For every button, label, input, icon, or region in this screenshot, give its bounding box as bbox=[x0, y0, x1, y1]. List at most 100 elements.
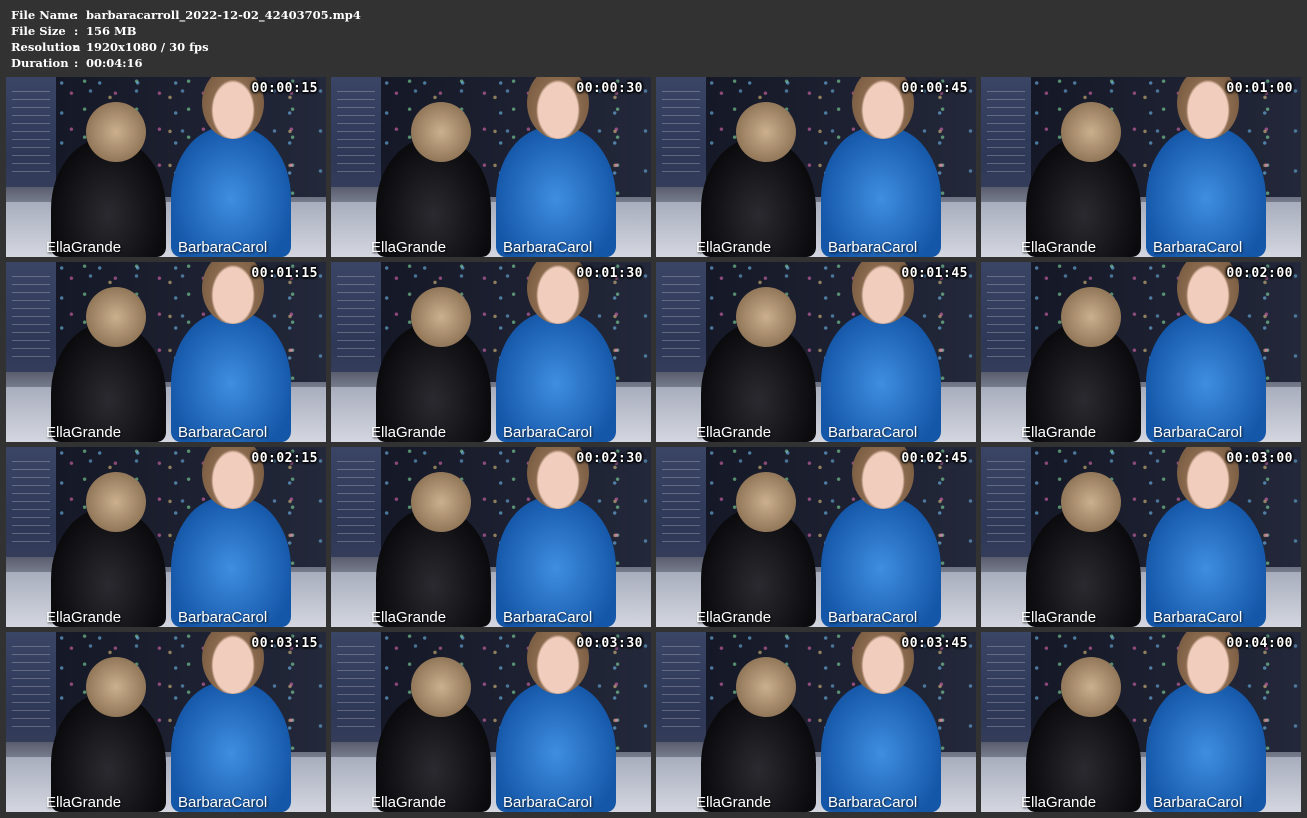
overlay-panel bbox=[6, 632, 56, 742]
performer-name-right: BarbaraCarol bbox=[828, 609, 918, 626]
performer-blue-suit bbox=[821, 312, 941, 442]
video-thumbnail[interactable]: 00:00:15 EllaGrande BarbaraCarol bbox=[6, 77, 326, 257]
video-thumbnail[interactable]: 00:03:00 EllaGrande BarbaraCarol bbox=[981, 447, 1301, 627]
overlay-panel bbox=[656, 632, 706, 742]
video-thumbnail[interactable]: 00:01:30 EllaGrande BarbaraCarol bbox=[331, 262, 651, 442]
overlay-panel bbox=[981, 77, 1031, 187]
duration-row: Duration : 00:04:16 bbox=[11, 55, 361, 71]
video-thumbnail[interactable]: 00:02:45 EllaGrande BarbaraCarol bbox=[656, 447, 976, 627]
performer-blue-suit bbox=[1146, 682, 1266, 812]
performer-blue-suit bbox=[171, 127, 291, 257]
performer-hair bbox=[736, 287, 796, 347]
performer-blue-suit bbox=[1146, 497, 1266, 627]
video-thumbnail[interactable]: 00:01:15 EllaGrande BarbaraCarol bbox=[6, 262, 326, 442]
performer-name-left: EllaGrande bbox=[46, 424, 122, 441]
performer-blue-suit bbox=[1146, 127, 1266, 257]
timestamp-label: 00:02:15 bbox=[251, 451, 318, 466]
performer-name-left: EllaGrande bbox=[46, 794, 122, 811]
duration-key: Duration bbox=[11, 56, 69, 70]
resolution-key: Resolution bbox=[11, 40, 81, 54]
performer-name-left: EllaGrande bbox=[371, 609, 447, 626]
overlay-panel bbox=[656, 77, 706, 187]
performer-blue-suit bbox=[496, 497, 616, 627]
performer-name-right: BarbaraCarol bbox=[828, 794, 918, 811]
overlay-panel bbox=[6, 447, 56, 557]
performer-name-left: EllaGrande bbox=[1021, 609, 1097, 626]
performer-name-left: EllaGrande bbox=[46, 239, 122, 256]
performer-name-left: EllaGrande bbox=[696, 239, 772, 256]
overlay-panel bbox=[656, 262, 706, 372]
file-size-separator: : bbox=[74, 24, 79, 38]
timestamp-label: 00:01:00 bbox=[1226, 81, 1293, 96]
timestamp-label: 00:03:45 bbox=[901, 636, 968, 651]
resolution-row: Resolution : 1920x1080 / 30 fps bbox=[11, 39, 361, 55]
performer-blue-suit bbox=[821, 682, 941, 812]
performer-hair bbox=[736, 472, 796, 532]
performer-name-left: EllaGrande bbox=[696, 794, 772, 811]
overlay-panel bbox=[331, 447, 381, 557]
performer-name-right: BarbaraCarol bbox=[1153, 794, 1243, 811]
performer-name-left: EllaGrande bbox=[696, 424, 772, 441]
performer-hair bbox=[1061, 657, 1121, 717]
performer-blue-suit bbox=[496, 127, 616, 257]
overlay-panel bbox=[6, 262, 56, 372]
performer-blue-suit bbox=[171, 682, 291, 812]
file-name-separator: : bbox=[74, 8, 79, 22]
performer-hair bbox=[1061, 472, 1121, 532]
performer-name-right: BarbaraCarol bbox=[178, 239, 268, 256]
performer-name-left: EllaGrande bbox=[1021, 794, 1097, 811]
performer-name-right: BarbaraCarol bbox=[1153, 609, 1243, 626]
file-name-row: File Name : barbaracarroll_2022-12-02_42… bbox=[11, 7, 361, 23]
overlay-panel bbox=[331, 77, 381, 187]
performer-name-left: EllaGrande bbox=[696, 609, 772, 626]
overlay-panel bbox=[331, 632, 381, 742]
video-thumbnail[interactable]: 00:00:30 EllaGrande BarbaraCarol bbox=[331, 77, 651, 257]
performer-name-right: BarbaraCarol bbox=[1153, 424, 1243, 441]
resolution-separator: : bbox=[74, 40, 79, 54]
timestamp-label: 00:02:30 bbox=[576, 451, 643, 466]
performer-blue-suit bbox=[821, 497, 941, 627]
performer-blue-suit bbox=[171, 312, 291, 442]
performer-name-left: EllaGrande bbox=[371, 239, 447, 256]
video-thumbnail[interactable]: 00:01:00 EllaGrande BarbaraCarol bbox=[981, 77, 1301, 257]
performer-hair bbox=[1061, 102, 1121, 162]
video-thumbnail[interactable]: 00:02:15 EllaGrande BarbaraCarol bbox=[6, 447, 326, 627]
file-name-key: File Name bbox=[11, 8, 77, 22]
performer-blue-suit bbox=[171, 497, 291, 627]
performer-name-left: EllaGrande bbox=[1021, 424, 1097, 441]
video-thumbnail[interactable]: 00:04:00 EllaGrande BarbaraCarol bbox=[981, 632, 1301, 812]
file-name-value: barbaracarroll_2022-12-02_42403705.mp4 bbox=[86, 8, 361, 22]
performer-hair bbox=[736, 657, 796, 717]
performer-hair bbox=[736, 102, 796, 162]
timestamp-label: 00:03:30 bbox=[576, 636, 643, 651]
video-thumbnail[interactable]: 00:01:45 EllaGrande BarbaraCarol bbox=[656, 262, 976, 442]
file-size-row: File Size : 156 MB bbox=[11, 23, 361, 39]
timestamp-label: 00:02:45 bbox=[901, 451, 968, 466]
file-size-value: 156 MB bbox=[86, 24, 137, 38]
overlay-panel bbox=[981, 262, 1031, 372]
video-thumbnail[interactable]: 00:03:30 EllaGrande BarbaraCarol bbox=[331, 632, 651, 812]
performer-name-right: BarbaraCarol bbox=[178, 794, 268, 811]
overlay-panel bbox=[331, 262, 381, 372]
performer-hair bbox=[411, 287, 471, 347]
timestamp-label: 00:00:45 bbox=[901, 81, 968, 96]
performer-name-right: BarbaraCarol bbox=[503, 609, 593, 626]
performer-blue-suit bbox=[496, 682, 616, 812]
performer-name-right: BarbaraCarol bbox=[503, 794, 593, 811]
video-thumbnail[interactable]: 00:03:45 EllaGrande BarbaraCarol bbox=[656, 632, 976, 812]
video-thumbnail[interactable]: 00:02:30 EllaGrande BarbaraCarol bbox=[331, 447, 651, 627]
video-thumbnail[interactable]: 00:03:15 EllaGrande BarbaraCarol bbox=[6, 632, 326, 812]
performer-hair bbox=[86, 287, 146, 347]
performer-name-right: BarbaraCarol bbox=[503, 239, 593, 256]
performer-blue-suit bbox=[1146, 312, 1266, 442]
duration-separator: : bbox=[74, 56, 79, 70]
timestamp-label: 00:01:15 bbox=[251, 266, 318, 281]
timestamp-label: 00:01:30 bbox=[576, 266, 643, 281]
performer-hair bbox=[411, 657, 471, 717]
performer-name-right: BarbaraCarol bbox=[178, 609, 268, 626]
performer-hair bbox=[86, 657, 146, 717]
video-thumbnail[interactable]: 00:00:45 EllaGrande BarbaraCarol bbox=[656, 77, 976, 257]
file-size-key: File Size bbox=[11, 24, 66, 38]
timestamp-label: 00:03:00 bbox=[1226, 451, 1293, 466]
video-thumbnail[interactable]: 00:02:00 EllaGrande BarbaraCarol bbox=[981, 262, 1301, 442]
